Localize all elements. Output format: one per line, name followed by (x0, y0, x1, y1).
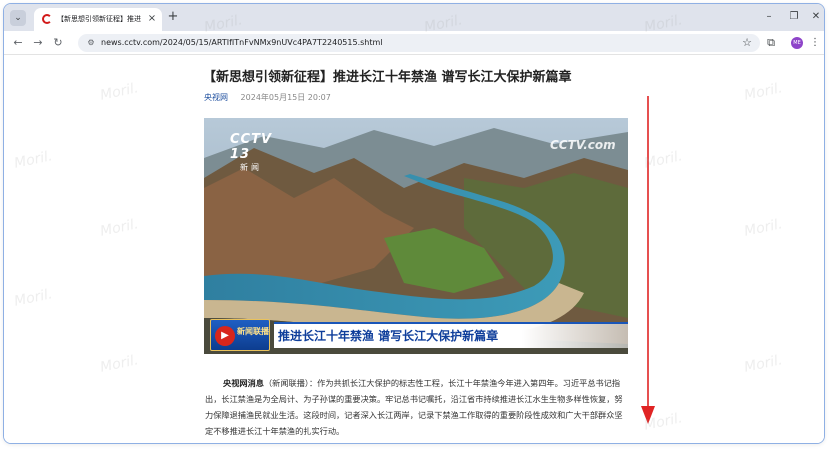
caption-strip: 推进长江十年禁渔 谱写长江大保护新篇章 (274, 322, 628, 348)
profile-avatar[interactable]: ME (791, 37, 803, 49)
tab-search-chevron-icon[interactable]: ⌄ (10, 10, 26, 26)
more-menu-icon[interactable]: ⋮ (810, 36, 820, 50)
cctv-watermark-logo: CCTV.com (550, 138, 616, 152)
news-caption-bar: ▶ 新闻联播 推进长江十年禁渔 谱写长江大保护新篇章 (204, 316, 628, 354)
play-icon: ▶ (215, 326, 235, 346)
page-content: 【新思想引领新征程】推进长江十年禁渔 谱写长江大保护新篇章 央视网 2024年0… (4, 56, 824, 443)
tab-close-icon[interactable]: × (146, 12, 158, 26)
browser-toolbar: ← → ↻ ⚙ news.cctv.com/2024/05/15/ARTIfIT… (4, 31, 824, 55)
maximize-button[interactable]: ❐ (785, 10, 803, 24)
news-broadcast-logo: ▶ 新闻联播 (210, 319, 270, 351)
bookmark-star-icon[interactable]: ☆ (740, 36, 754, 50)
tab-title: 【新思想引领新征程】推进长江 (57, 15, 141, 23)
new-tab-button[interactable]: + (166, 10, 180, 24)
reload-icon[interactable]: ↻ (50, 35, 66, 51)
forward-arrow-icon[interactable]: → (30, 35, 46, 51)
close-window-button[interactable]: ✕ (807, 10, 824, 24)
address-bar[interactable]: ⚙ news.cctv.com/2024/05/15/ARTIfITnFvNMx… (78, 34, 760, 52)
article-date: 2024年05月15日 20:07 (240, 93, 331, 102)
scroll-down-arrow-annotation (641, 96, 655, 424)
lead-label: 央视网消息 (223, 378, 264, 388)
hero-video-frame[interactable]: CCTV 13 新闻 CCTV.com ▶ 新闻联播 推进长江十年禁渔 谱写长江… (204, 118, 628, 354)
article-headline: 【新思想引领新征程】推进长江十年禁渔 谱写长江大保护新篇章 (203, 70, 572, 85)
cctv13-channel-logo: CCTV 13 新闻 (230, 132, 273, 172)
article-body: 央视网消息（新闻联播）：作为共抓长江大保护的标志性工程，长江十年禁渔今年进入第四… (205, 375, 629, 439)
site-info-icon[interactable]: ⚙ (86, 38, 96, 48)
back-arrow-icon[interactable]: ← (10, 35, 26, 51)
lead-source: （新闻联播）： (263, 378, 318, 388)
article-meta: 央视网 2024年05月15日 20:07 (204, 92, 331, 104)
minimize-button[interactable]: – (760, 10, 778, 24)
browser-window: ⌄ 【新思想引领新征程】推进长江 × + – ❐ ✕ ← → ↻ ⚙ news.… (3, 3, 825, 444)
tab-active[interactable]: 【新思想引领新征程】推进长江 × (34, 8, 162, 31)
extensions-icon[interactable]: ⧉ (764, 36, 778, 50)
caption-text: 推进长江十年禁渔 谱写长江大保护新篇章 (278, 329, 499, 343)
tab-strip: ⌄ 【新思想引领新征程】推进长江 × + – ❐ ✕ (4, 4, 824, 31)
cctv-favicon-icon (42, 14, 52, 24)
article-source-link[interactable]: 央视网 (204, 93, 228, 102)
url-text[interactable]: news.cctv.com/2024/05/15/ARTIfITnFvNMx9n… (101, 36, 383, 50)
